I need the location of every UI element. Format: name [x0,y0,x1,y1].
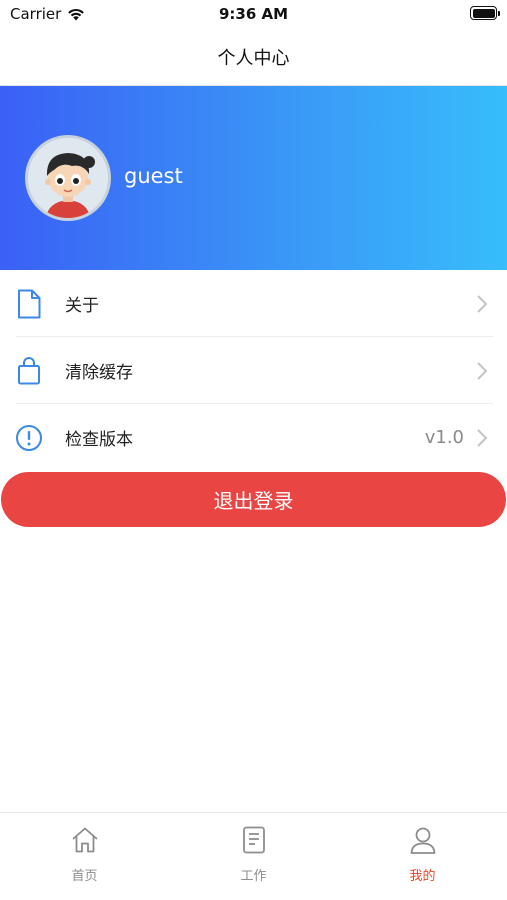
menu-item-label: 清除缓存 [65,363,133,383]
battery-icon [470,6,500,20]
chevron-right-icon [476,359,490,383]
bag-icon [14,356,44,386]
status-bar: Carrier 9:36 AM [0,0,507,28]
profile-header: guest [0,86,507,270]
navigation-bar: 个人中心 [0,28,507,86]
username: guest [124,164,183,188]
tab-home[interactable]: 首页 [0,813,169,900]
clipboard-icon [242,826,265,854]
document-icon [14,289,44,319]
status-time: 9:36 AM [218,5,289,23]
avatar[interactable] [25,135,111,221]
tab-label: 工作 [240,869,267,884]
home-icon [71,827,98,853]
chevron-right-icon [476,292,490,316]
tab-work[interactable]: 工作 [169,813,338,900]
settings-menu: 关于 清除缓存 检查版本 v1.0 [0,270,507,471]
menu-item-about[interactable]: 关于 [0,270,507,337]
avatar-cartoon-icon [28,138,108,218]
page-title: 个人中心 [217,47,290,69]
menu-item-label: 关于 [65,296,99,316]
tab-label: 我的 [409,869,436,884]
menu-item-check-version[interactable]: 检查版本 v1.0 [0,404,507,471]
menu-item-clear-cache[interactable]: 清除缓存 [0,337,507,404]
version-value: v1.0 [424,427,464,448]
info-circle-icon [14,423,44,453]
tab-label: 首页 [71,869,98,884]
menu-item-label: 检查版本 [65,430,133,450]
user-icon [410,827,435,854]
tab-mine[interactable]: 我的 [338,813,507,900]
tab-bar: 首页 工作 我的 [0,812,507,900]
logout-button[interactable]: 退出登录 [1,472,506,527]
chevron-right-icon [476,426,490,450]
